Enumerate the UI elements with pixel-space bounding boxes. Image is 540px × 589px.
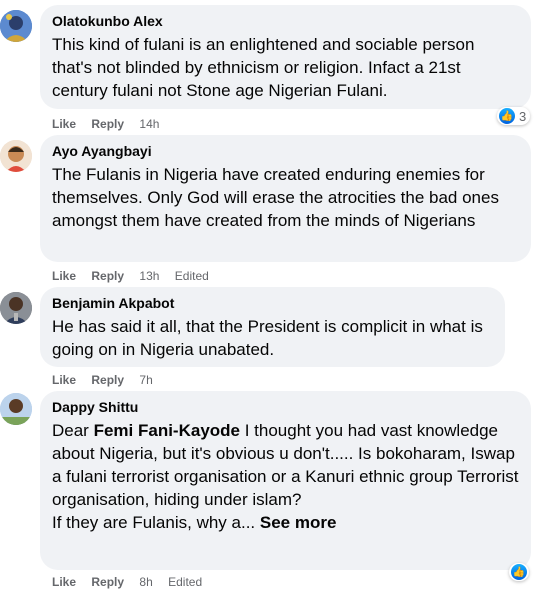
avatar-image — [0, 292, 32, 324]
reaction-count: 3 — [519, 108, 527, 124]
comment: Dappy Shittu Dear Femi Fani-Kayode I tho… — [0, 391, 540, 589]
comment-text: The Fulanis in Nigeria have created endu… — [52, 165, 499, 230]
timestamp[interactable]: 8h — [139, 575, 152, 589]
comment: Ayo Ayangbayi The Fulanis in Nigeria hav… — [0, 135, 540, 285]
avatar[interactable] — [0, 393, 32, 425]
comment: Olatokunbo Alex This kind of fulani is a… — [0, 0, 540, 135]
edited-label[interactable]: Edited — [175, 269, 209, 283]
avatar[interactable] — [0, 10, 32, 42]
mention-link[interactable]: Femi Fani-Kayode — [94, 421, 240, 440]
comment-text: He has said it all, that the President i… — [52, 317, 483, 359]
like-reaction-icon: 👍 — [499, 108, 515, 124]
comment-text-continued: If they are Fulanis, why a... See more — [52, 511, 519, 534]
comment-actions: Like Reply 13h Edited — [52, 269, 221, 283]
see-more-link[interactable]: See more — [260, 513, 337, 532]
like-link[interactable]: Like — [52, 575, 76, 589]
comment-bubble: Olatokunbo Alex This kind of fulani is a… — [40, 5, 531, 109]
comment-actions: Like Reply 8h Edited — [52, 575, 214, 589]
comment: Benjamin Akpabot He has said it all, tha… — [0, 287, 540, 387]
comment-author[interactable]: Benjamin Akpabot — [52, 295, 493, 312]
reply-link[interactable]: Reply — [91, 373, 124, 387]
edited-label[interactable]: Edited — [168, 575, 202, 589]
timestamp[interactable]: 13h — [139, 269, 159, 283]
comment-actions: Like Reply 14h — [52, 117, 171, 131]
avatar[interactable] — [0, 140, 32, 172]
like-link[interactable]: Like — [52, 269, 76, 283]
reply-link[interactable]: Reply — [91, 269, 124, 283]
avatar-image — [0, 10, 32, 42]
comment-author[interactable]: Ayo Ayangbayi — [52, 143, 519, 160]
comment-bubble: Dappy Shittu Dear Femi Fani-Kayode I tho… — [40, 391, 531, 570]
reaction-summary[interactable]: 👍 — [509, 563, 529, 581]
reply-link[interactable]: Reply — [91, 117, 124, 131]
comment-text-prefix: Dear — [52, 421, 94, 440]
avatar[interactable] — [0, 292, 32, 324]
reaction-summary[interactable]: 👍 3 — [497, 107, 531, 125]
comment-author[interactable]: Dappy Shittu — [52, 399, 519, 416]
timestamp[interactable]: 14h — [139, 117, 159, 131]
avatar-image — [0, 393, 32, 425]
like-link[interactable]: Like — [52, 117, 76, 131]
timestamp[interactable]: 7h — [139, 373, 152, 387]
comment-author[interactable]: Olatokunbo Alex — [52, 13, 519, 30]
like-reaction-icon: 👍 — [511, 564, 527, 580]
comment-bubble: Ayo Ayangbayi The Fulanis in Nigeria hav… — [40, 135, 531, 262]
comment-text: Dear Femi Fani-Kayode I thought you had … — [52, 419, 519, 511]
reply-link[interactable]: Reply — [91, 575, 124, 589]
comment-text: This kind of fulani is an enlightened an… — [52, 35, 475, 100]
like-link[interactable]: Like — [52, 373, 76, 387]
avatar-image — [0, 140, 32, 172]
comment-bubble: Benjamin Akpabot He has said it all, tha… — [40, 287, 505, 367]
comment-actions: Like Reply 7h — [52, 373, 165, 387]
comment-text-truncated: If they are Fulanis, why a... — [52, 513, 260, 532]
